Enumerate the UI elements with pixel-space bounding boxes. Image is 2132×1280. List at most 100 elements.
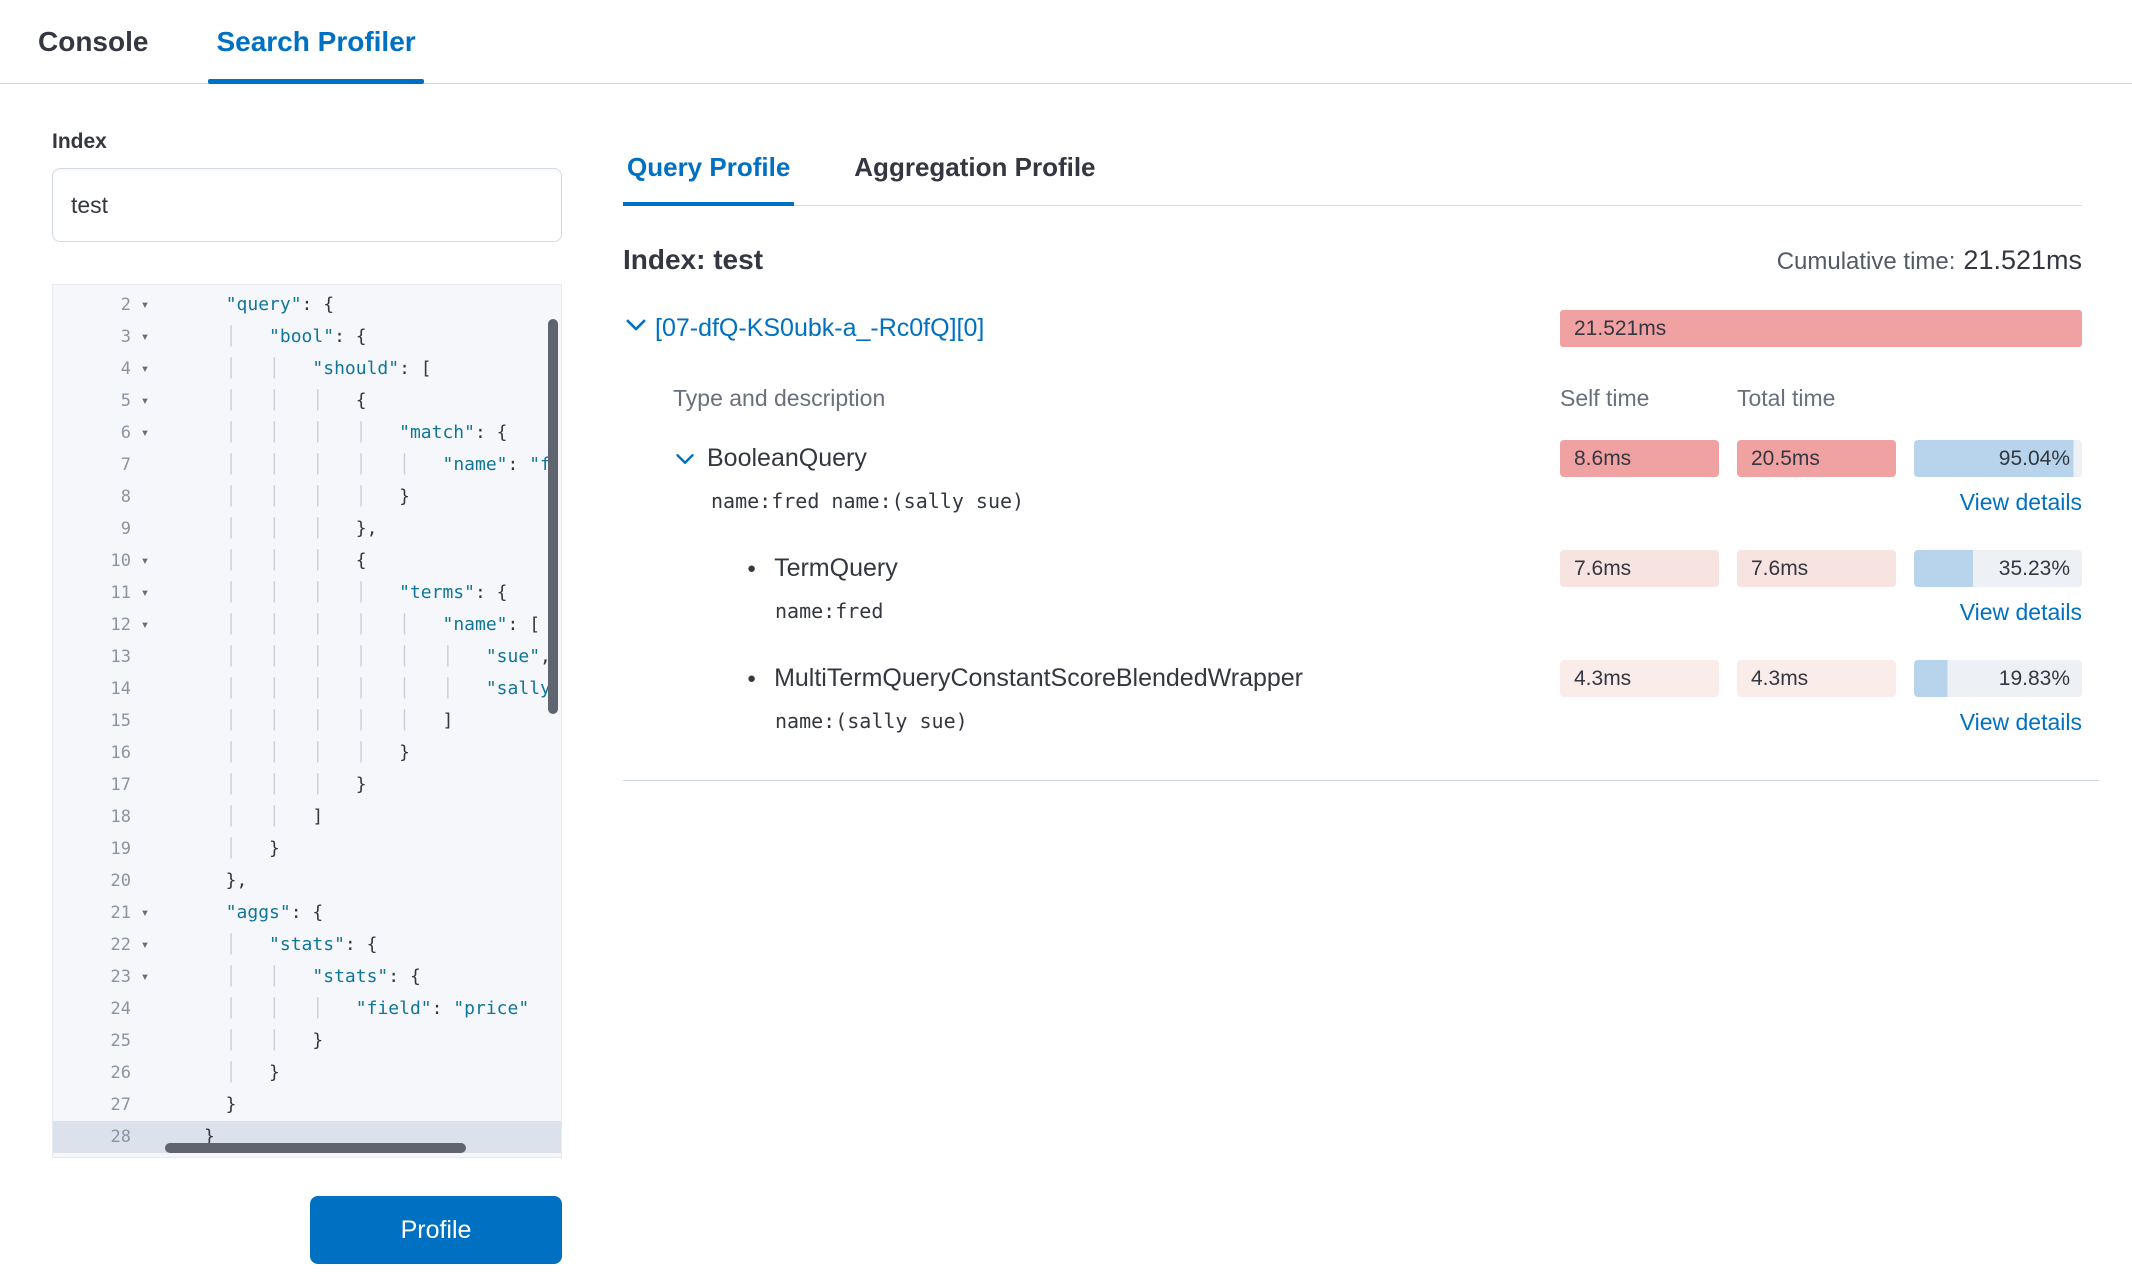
shard-time-value: 21.521ms: [1574, 317, 1666, 341]
editor-line: 7 │ │ │ │ │ "name": "f: [53, 449, 561, 481]
index-label: Index: [52, 130, 107, 154]
line-number: 12: [53, 609, 131, 641]
query-row: ●MultiTermQueryConstantScoreBlendedWrapp…: [623, 660, 2082, 697]
line-number: 6: [53, 417, 131, 449]
code-line: │ }: [159, 1057, 280, 1089]
line-number-gutter: 14: [53, 673, 159, 705]
editor-line: 18 │ │ ]: [53, 801, 561, 833]
line-number: 25: [53, 1025, 131, 1057]
line-number: 18: [53, 801, 131, 833]
tab-console[interactable]: Console: [30, 0, 156, 83]
editor-line: 2▾ "query": {: [53, 289, 561, 321]
code-line: │ │ │ │ }: [159, 737, 410, 769]
code-line: │ │ │ │ │ ]: [159, 705, 453, 737]
query-type-label: BooleanQuery: [707, 444, 867, 473]
editor-line: 11▾ │ │ │ │ "terms": {: [53, 577, 561, 609]
lucene-query-text: name:fred name:(sally sue): [623, 489, 1542, 513]
code-line: }: [159, 1089, 237, 1121]
code-line: "query": {: [159, 289, 334, 321]
fold-caret-icon[interactable]: ▾: [131, 353, 159, 385]
code-line: │ │ │ {: [159, 545, 367, 577]
line-number: 21: [53, 897, 131, 929]
shard-row: [07-dfQ-KS0ubk-a_-Rc0fQ][0] 21.521ms: [623, 310, 2082, 347]
view-details-link[interactable]: View details: [1914, 489, 2082, 516]
code-line: │ "bool": {: [159, 321, 367, 353]
editor-line: 12▾ │ │ │ │ │ "name": [: [53, 609, 561, 641]
search-profiler-app: Console Search Profiler Index 2▾ "query"…: [0, 0, 2132, 1280]
chevron-down-icon[interactable]: [673, 447, 697, 471]
tab-query-profile[interactable]: Query Profile: [623, 148, 794, 205]
editor-vertical-scrollbar[interactable]: [548, 319, 558, 714]
fold-caret-icon[interactable]: ▾: [131, 545, 159, 577]
editor-line: 5▾ │ │ │ {: [53, 385, 561, 417]
percent-badge: 95.04%: [1914, 440, 2082, 477]
fold-caret-icon[interactable]: ▾: [131, 897, 159, 929]
code-line: "aggs": {: [159, 897, 323, 929]
line-number: 8: [53, 481, 131, 513]
fold-caret-icon[interactable]: ▾: [131, 929, 159, 961]
profile-row-block: BooleanQuery 8.6ms 20.5ms 95.04% name:fred n…: [623, 440, 2082, 516]
editor-line: 17 │ │ │ }: [53, 769, 561, 801]
profile-button[interactable]: Profile: [310, 1196, 562, 1264]
query-editor[interactable]: 2▾ "query": {3▾ │ "bool": {4▾ │ │ "shoul…: [52, 284, 562, 1158]
code-editor-lines: 2▾ "query": {3▾ │ "bool": {4▾ │ │ "shoul…: [53, 285, 561, 1153]
line-number: 9: [53, 513, 131, 545]
query-name: ●MultiTermQueryConstantScoreBlendedWrapp…: [623, 664, 1542, 693]
cumulative-time: Cumulative time:21.521ms: [1777, 245, 2082, 276]
editor-line: 25 │ │ }: [53, 1025, 561, 1057]
self-time-badge: 8.6ms: [1560, 440, 1719, 477]
editor-line: 14 │ │ │ │ │ │ "sally: [53, 673, 561, 705]
line-number: 7: [53, 449, 131, 481]
fold-caret-icon[interactable]: ▾: [131, 417, 159, 449]
line-number-gutter: 10▾: [53, 545, 159, 577]
editor-line: 24 │ │ │ "field": "price": [53, 993, 561, 1025]
code-line: │ }: [159, 833, 280, 865]
code-line: │ │ │ }: [159, 769, 367, 801]
editor-line: 10▾ │ │ │ {: [53, 545, 561, 577]
tab-aggregation-profile[interactable]: Aggregation Profile: [850, 148, 1099, 205]
tab-search-profiler[interactable]: Search Profiler: [208, 0, 423, 83]
line-number-gutter: 21▾: [53, 897, 159, 929]
editor-line: 3▾ │ "bool": {: [53, 321, 561, 353]
shard-toggle[interactable]: [07-dfQ-KS0ubk-a_-Rc0fQ][0]: [623, 312, 1542, 345]
index-input[interactable]: [52, 168, 562, 242]
total-time-badge: 7.6ms: [1737, 550, 1896, 587]
fold-caret-icon[interactable]: ▾: [131, 961, 159, 993]
line-number: 5: [53, 385, 131, 417]
fold-caret-icon[interactable]: ▾: [131, 385, 159, 417]
profile-tabs: Query Profile Aggregation Profile: [623, 148, 2082, 206]
profile-row-block: ●TermQuery7.6ms7.6ms35.23%name:fredView …: [623, 550, 2082, 626]
total-time-badge: 20.5ms: [1737, 440, 1896, 477]
line-number: 28: [53, 1121, 131, 1153]
fold-caret-icon[interactable]: ▾: [131, 321, 159, 353]
code-line: │ "stats": {: [159, 929, 377, 961]
editor-line: 26 │ }: [53, 1057, 561, 1089]
editor-line: 13 │ │ │ │ │ │ "sue",: [53, 641, 561, 673]
code-line: │ │ │ "field": "price": [159, 993, 529, 1025]
query-type-label: TermQuery: [774, 554, 898, 583]
lucene-query-text: name:fred: [623, 599, 1542, 623]
fold-caret-icon[interactable]: ▾: [131, 609, 159, 641]
line-number: 17: [53, 769, 131, 801]
line-number-gutter: 23▾: [53, 961, 159, 993]
cumulative-time-value: 21.521ms: [1963, 245, 2082, 275]
editor-horizontal-scrollbar[interactable]: [165, 1143, 466, 1153]
code-line: },: [159, 865, 247, 897]
fold-caret-icon[interactable]: ▾: [131, 577, 159, 609]
column-type: Type and description: [623, 385, 1542, 412]
editor-line: 27 }: [53, 1089, 561, 1121]
view-details-link[interactable]: View details: [1914, 709, 2082, 736]
view-details-link[interactable]: View details: [1914, 599, 2082, 626]
line-number: 23: [53, 961, 131, 993]
column-headers: Type and description Self time Total tim…: [623, 385, 2082, 412]
code-line: │ │ "stats": {: [159, 961, 421, 993]
query-row: ●TermQuery7.6ms7.6ms35.23%: [623, 550, 2082, 587]
line-number-gutter: 9: [53, 513, 159, 545]
percent-badge: 19.83%: [1914, 660, 2082, 697]
line-number-gutter: 19: [53, 833, 159, 865]
line-number: 24: [53, 993, 131, 1025]
fold-caret-icon[interactable]: ▾: [131, 289, 159, 321]
chevron-down-icon: [623, 312, 649, 345]
code-line: │ │ "should": [: [159, 353, 432, 385]
editor-line: 20 },: [53, 865, 561, 897]
